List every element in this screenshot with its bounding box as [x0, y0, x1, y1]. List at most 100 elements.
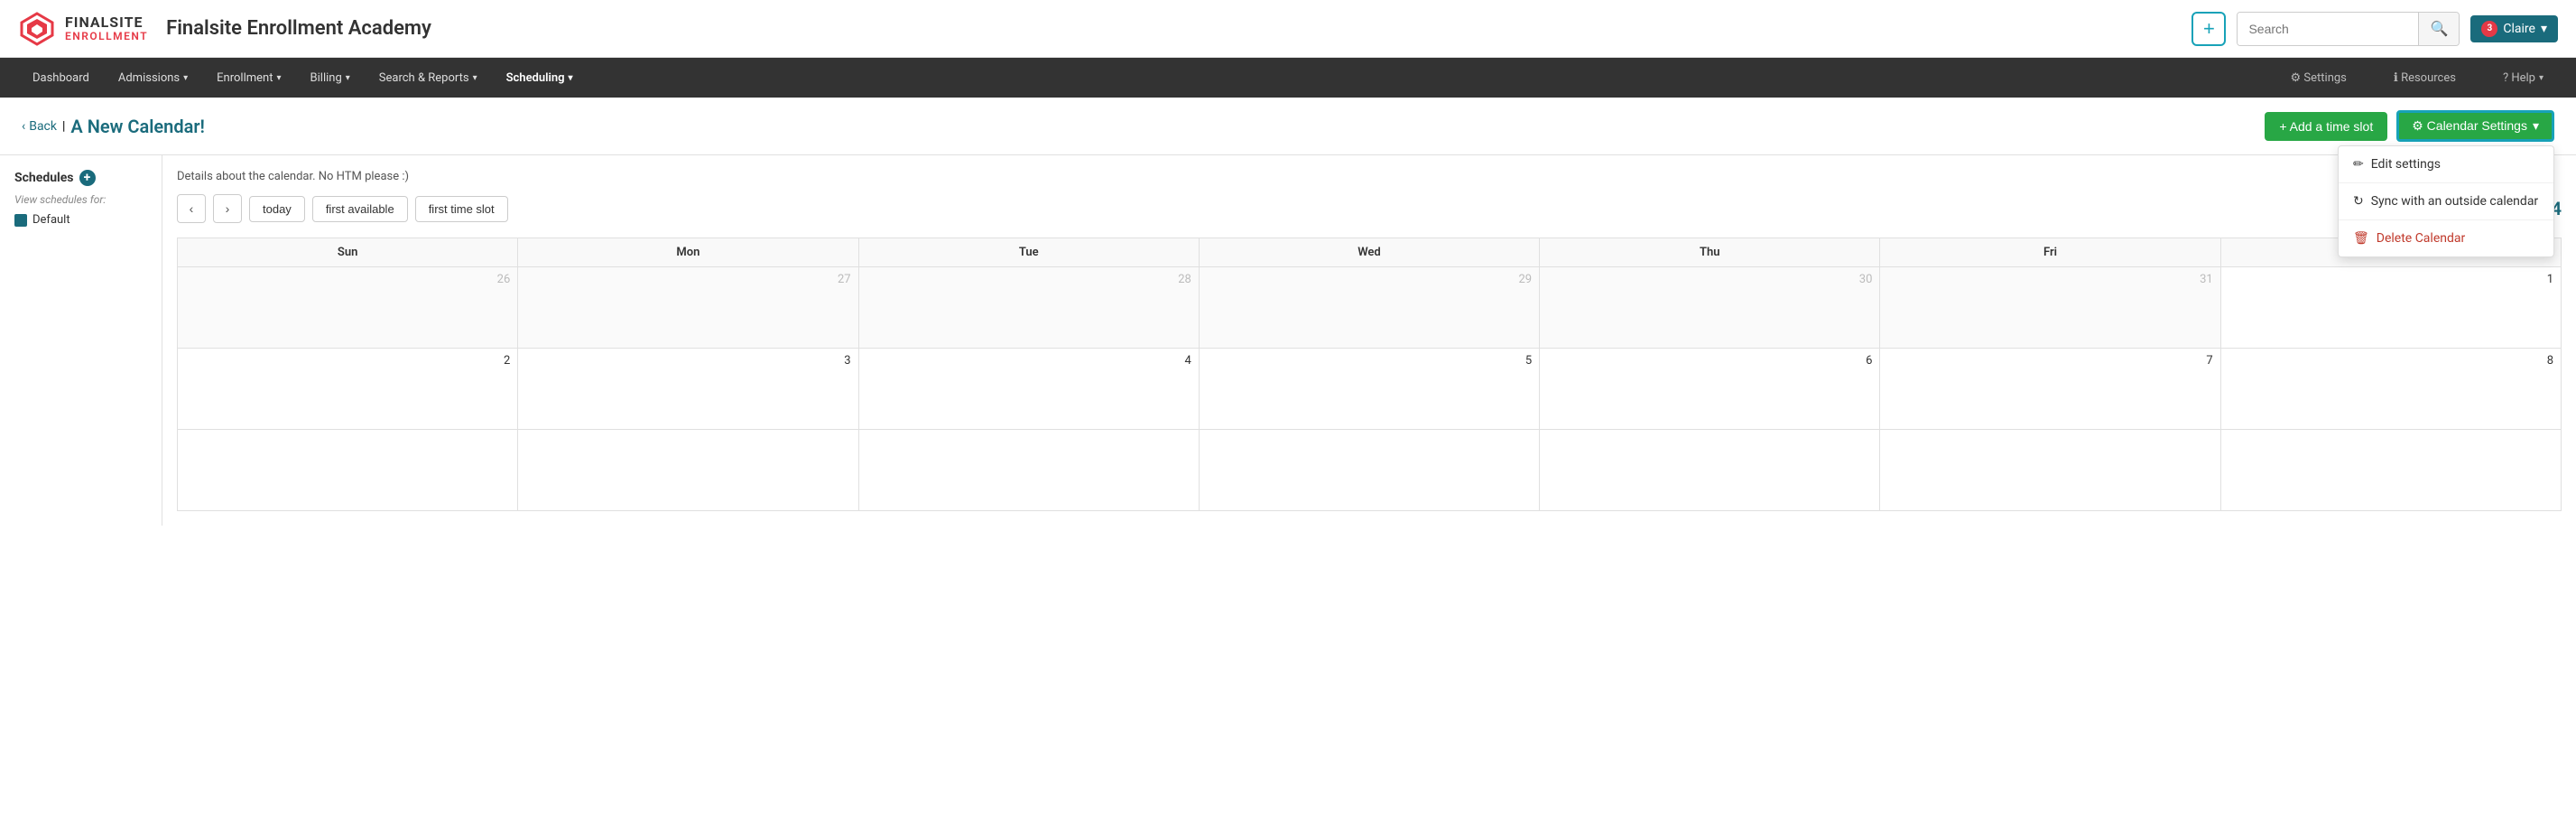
schedules-label: Schedules [14, 171, 74, 185]
calendar-day-may30[interactable]: 30 [1540, 267, 1880, 349]
dropdown-edit-settings[interactable]: ✏ Edit settings [2339, 146, 2553, 183]
nav-bar: Dashboard Admissions ▾ Enrollment ▾ Bill… [0, 58, 2576, 98]
calendar-day-jun1[interactable]: 1 [2220, 267, 2561, 349]
calendar-day-empty[interactable] [178, 430, 518, 511]
notification-count: 3 [2481, 21, 2497, 37]
help-chevron-icon: ▾ [2539, 73, 2544, 83]
first-time-slot-button[interactable]: first time slot [415, 196, 508, 222]
calendar-week-3 [178, 430, 2562, 511]
sidebar-subtitle: View schedules for: [14, 193, 147, 206]
main-content: ‹ Back | A New Calendar! + Add a time sl… [0, 98, 2576, 526]
logo-enrollment: ENROLLMENT [65, 31, 148, 42]
calendar-grid: Sun Mon Tue Wed Thu Fri Sat 26 27 28 [177, 238, 2562, 511]
calendar-day-jun8[interactable]: 8 [2220, 349, 2561, 430]
enrollment-chevron-icon: ▾ [276, 73, 281, 83]
schedule-color-swatch [14, 214, 27, 227]
logo-text: FINALSITE ENROLLMENT [65, 14, 148, 42]
nav-item-enrollment[interactable]: Enrollment ▾ [202, 58, 295, 98]
breadcrumb-separator: | [62, 119, 65, 134]
add-timeslot-button[interactable]: + Add a time slot [2265, 112, 2387, 141]
calendar-day-jun6[interactable]: 6 [1540, 349, 1880, 430]
calendar-settings-chevron-icon: ▾ [2533, 118, 2539, 134]
scheduling-chevron-icon: ▾ [569, 73, 573, 83]
top-header: FINALSITE ENROLLMENT Finalsite Enrollmen… [0, 0, 2576, 58]
page-header: ‹ Back | A New Calendar! + Add a time sl… [0, 98, 2576, 155]
col-fri: Fri [1880, 238, 2220, 267]
calendar-day-may31[interactable]: 31 [1880, 267, 2220, 349]
search-submit-button[interactable]: 🔍 [2418, 12, 2459, 46]
nav-right: ⚙ Settings ℹ Resources ? Help ▾ [2276, 58, 2558, 98]
dropdown-sync-calendar[interactable]: ↻ Sync with an outside calendar [2339, 183, 2553, 220]
sidebar-title: Schedules + [14, 170, 147, 186]
first-available-button[interactable]: first available [312, 196, 408, 222]
delete-icon: 🗑 [2353, 231, 2369, 246]
page-title: A New Calendar! [70, 116, 204, 137]
nav-item-billing[interactable]: Billing ▾ [296, 58, 365, 98]
back-label: Back [29, 119, 57, 134]
nav-item-settings[interactable]: ⚙ Settings [2276, 58, 2361, 98]
logo-area: FINALSITE ENROLLMENT [18, 10, 148, 48]
app-title: Finalsite Enrollment Academy [166, 17, 2191, 40]
user-badge[interactable]: 3 Claire ▾ [2470, 15, 2558, 42]
schedule-label: Default [32, 213, 70, 227]
edit-icon: ✏ [2353, 157, 2364, 172]
calendar-day-may26[interactable]: 26 [178, 267, 518, 349]
calendar-area: Schedules + View schedules for: Default … [0, 155, 2576, 526]
calendar-day-may28[interactable]: 28 [858, 267, 1199, 349]
admissions-chevron-icon: ▾ [183, 73, 188, 83]
user-name: Claire [2503, 22, 2535, 36]
logo-finalsite: FINALSITE [65, 14, 148, 31]
prev-month-button[interactable]: ‹ [177, 194, 206, 223]
calendar-day-jun7[interactable]: 7 [1880, 349, 2220, 430]
nav-item-dashboard[interactable]: Dashboard [18, 58, 104, 98]
calendar-description: Details about the calendar. No HTM pleas… [177, 170, 2562, 183]
search-reports-chevron-icon: ▾ [473, 73, 477, 83]
today-button[interactable]: today [249, 196, 305, 222]
calendar-day-jun2[interactable]: 2 [178, 349, 518, 430]
col-thu: Thu [1540, 238, 1880, 267]
back-chevron-icon: ‹ [22, 119, 25, 134]
calendar-day-empty2[interactable] [518, 430, 858, 511]
calendar-day-empty3[interactable] [858, 430, 1199, 511]
nav-item-search-reports[interactable]: Search & Reports ▾ [365, 58, 492, 98]
dropdown-delete-calendar[interactable]: 🗑 Delete Calendar [2339, 220, 2553, 256]
calendar-settings-label: ⚙ Calendar Settings [2412, 118, 2527, 134]
sidebar: Schedules + View schedules for: Default [0, 155, 162, 526]
calendar-settings-button[interactable]: ⚙ Calendar Settings ▾ [2396, 110, 2554, 142]
calendar-day-jun5[interactable]: 5 [1199, 349, 1539, 430]
nav-item-admissions[interactable]: Admissions ▾ [104, 58, 202, 98]
nav-items: Dashboard Admissions ▾ Enrollment ▾ Bill… [18, 58, 2276, 98]
page-actions: + Add a time slot ⚙ Calendar Settings ▾ … [2265, 110, 2554, 142]
search-input[interactable] [2238, 12, 2418, 46]
add-schedule-button[interactable]: + [79, 170, 96, 186]
calendar-day-jun3[interactable]: 3 [518, 349, 858, 430]
logo-icon [18, 10, 56, 48]
next-month-button[interactable]: › [213, 194, 242, 223]
billing-chevron-icon: ▾ [346, 73, 350, 83]
calendar-main: Details about the calendar. No HTM pleas… [162, 155, 2576, 526]
header-actions: + 🔍 3 Claire ▾ [2191, 12, 2558, 46]
calendar-day-empty7[interactable] [2220, 430, 2561, 511]
col-wed: Wed [1199, 238, 1539, 267]
col-tue: Tue [858, 238, 1199, 267]
col-sun: Sun [178, 238, 518, 267]
delete-calendar-label: Delete Calendar [2377, 231, 2465, 246]
breadcrumb: ‹ Back | A New Calendar! [22, 116, 205, 137]
nav-item-help[interactable]: ? Help ▾ [2488, 58, 2558, 98]
calendar-day-jun4[interactable]: 4 [858, 349, 1199, 430]
sidebar-schedule-default: Default [14, 213, 147, 227]
calendar-day-empty6[interactable] [1880, 430, 2220, 511]
user-chevron-icon: ▾ [2541, 22, 2547, 36]
calendar-day-empty5[interactable] [1540, 430, 1880, 511]
add-button[interactable]: + [2191, 12, 2226, 46]
col-mon: Mon [518, 238, 858, 267]
calendar-day-may29[interactable]: 29 [1199, 267, 1539, 349]
calendar-week-2: 2 3 4 5 6 7 8 [178, 349, 2562, 430]
search-box: 🔍 [2237, 12, 2460, 46]
nav-item-resources[interactable]: ℹ Resources [2379, 58, 2470, 98]
sync-calendar-label: Sync with an outside calendar [2371, 194, 2538, 209]
calendar-day-empty4[interactable] [1199, 430, 1539, 511]
calendar-day-may27[interactable]: 27 [518, 267, 858, 349]
back-link[interactable]: ‹ Back [22, 119, 57, 134]
nav-item-scheduling[interactable]: Scheduling ▾ [492, 58, 588, 98]
